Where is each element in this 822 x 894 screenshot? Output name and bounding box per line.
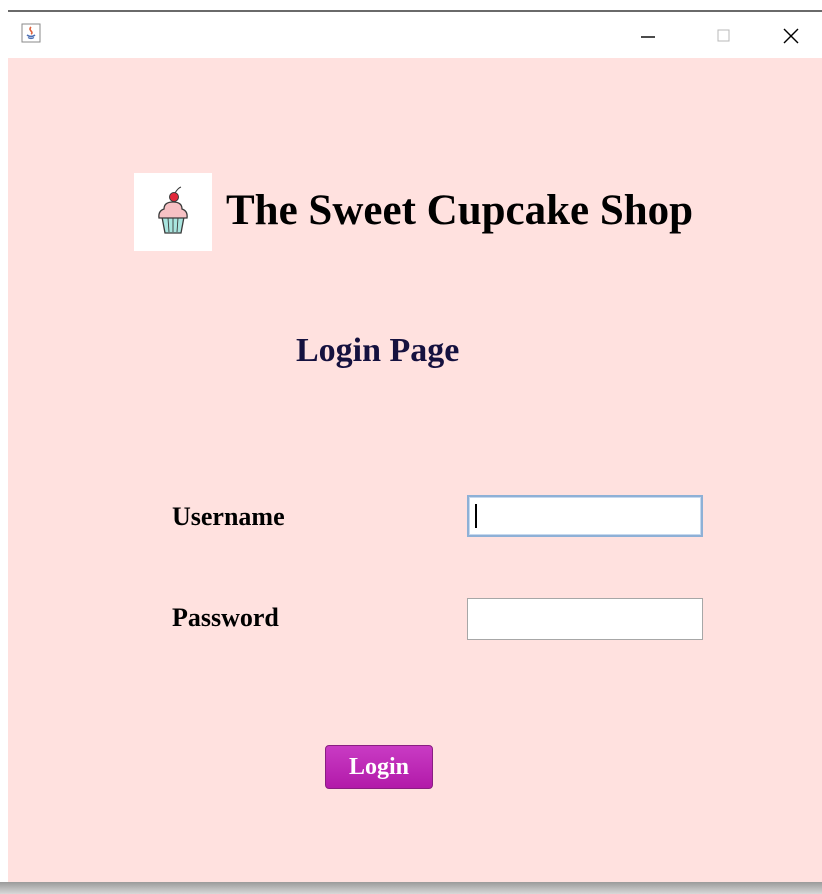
login-button[interactable]: Login [325, 745, 433, 789]
page-title: Login Page [296, 332, 460, 369]
java-icon [21, 23, 41, 43]
username-label: Username [172, 502, 285, 531]
login-panel: The Sweet Cupcake Shop Login Page Userna… [8, 58, 822, 882]
maximize-icon[interactable] [708, 20, 738, 50]
app-window: The Sweet Cupcake Shop Login Page Userna… [8, 10, 822, 882]
text-cursor [475, 504, 477, 528]
close-icon[interactable] [776, 20, 806, 50]
bottom-border [0, 882, 822, 894]
password-label: Password [172, 603, 279, 632]
cupcake-icon [134, 173, 212, 251]
title-bar[interactable] [8, 12, 822, 58]
minimize-icon[interactable] [633, 20, 663, 50]
username-input[interactable] [467, 495, 703, 537]
password-input[interactable] [467, 598, 703, 640]
shop-title: The Sweet Cupcake Shop [226, 187, 694, 234]
